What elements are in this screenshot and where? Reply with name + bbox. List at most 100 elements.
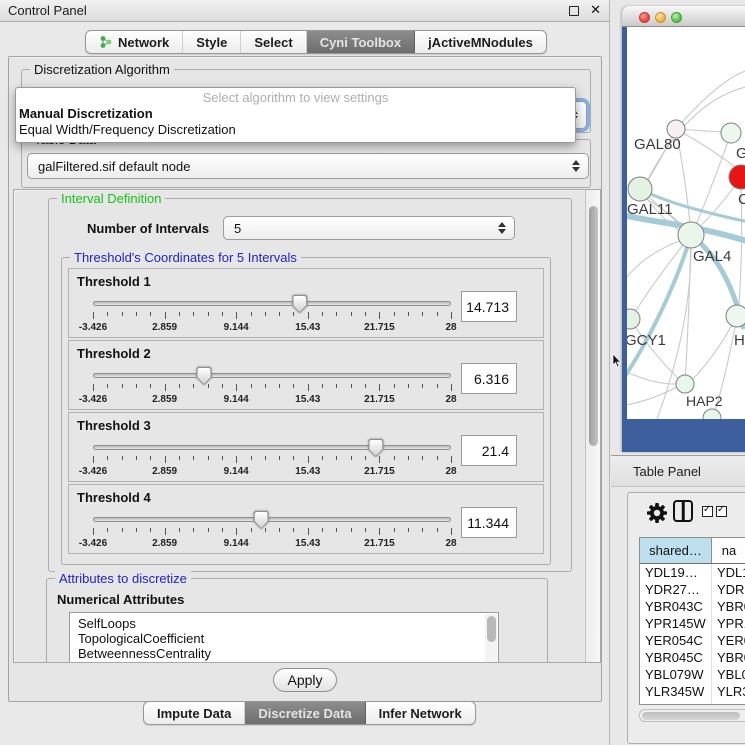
num-intervals-combobox[interactable]: 5 <box>223 216 515 240</box>
column-header-shared-name[interactable]: shared… <box>640 538 712 563</box>
slider-track[interactable] <box>93 445 451 450</box>
table-row[interactable]: YBL079WYBL07 <box>640 666 745 683</box>
slider-ticks <box>93 312 451 320</box>
slider-thumb[interactable] <box>254 511 269 529</box>
panel-scrollbar[interactable] <box>585 190 600 662</box>
network-edge <box>691 316 737 381</box>
close-icon[interactable]: ✕ <box>590 2 601 18</box>
panel-scrollbar-thumb[interactable] <box>589 206 598 446</box>
columns-icon[interactable] <box>673 500 693 522</box>
slider-thumb[interactable] <box>196 367 211 385</box>
slider-track[interactable] <box>93 517 451 522</box>
zoom-traffic-light-icon[interactable] <box>671 12 682 23</box>
interval-definition-group: Interval Definition Number of Intervals … <box>48 198 572 572</box>
table-row[interactable]: YDR27…YDR27 <box>640 581 745 598</box>
attribute-list-item[interactable]: BetweennessCentrality <box>70 646 498 661</box>
table-hscrollbar-thumb[interactable] <box>642 712 740 720</box>
network-node-label: GA <box>736 145 745 162</box>
float-window-icon[interactable] <box>569 6 579 16</box>
application-root: Control Panel ✕ Network Style Select Cyn… <box>0 0 745 745</box>
popup-item-equal-width-frequency[interactable]: Equal Width/Frequency Discretization <box>16 122 575 138</box>
tab-select[interactable]: Select <box>241 31 306 53</box>
threshold-label: Threshold 2 <box>77 346 151 361</box>
threshold-slider[interactable]: -3.4262.8599.14415.4321.71528 <box>93 295 451 337</box>
network-node[interactable] <box>676 375 694 393</box>
table-data-combobox[interactable]: galFiltered.sif default node <box>27 153 589 179</box>
slider-tick-labels: -3.4262.8599.14415.4321.71528 <box>93 322 451 334</box>
gear-icon[interactable] <box>646 502 668 524</box>
tab-jactivemnodules[interactable]: jActiveMNodules <box>415 31 546 53</box>
attribute-list-item[interactable]: TopologicalCoefficient <box>70 631 498 646</box>
network-edge <box>633 235 691 315</box>
network-node[interactable] <box>729 165 745 189</box>
threshold-value-field[interactable] <box>461 363 517 394</box>
threshold-slider[interactable]: -3.4262.8599.14415.4321.71528 <box>93 439 451 481</box>
slider-ticks <box>93 384 451 392</box>
thresholds-group: Threshold's Coordinates for 5 Intervals … <box>61 257 551 565</box>
threshold-panel: Threshold 1 -3.4262.8599.14415.4321.7152… <box>68 268 544 338</box>
tab-impute-data[interactable]: Impute Data <box>144 702 245 724</box>
table-row[interactable]: YER054CYER05 <box>640 632 745 649</box>
network-node[interactable] <box>721 123 741 143</box>
network-node-label: GAL4 <box>693 248 731 265</box>
cyni-toolbox-panel: Discretization Algorithm Select algorith… <box>8 56 602 702</box>
popup-item-manual-discretization[interactable]: Manual Discretization <box>16 106 575 122</box>
slider-thumb[interactable] <box>292 295 307 313</box>
network-node[interactable] <box>726 305 745 327</box>
numerical-attributes-list[interactable]: SelfLoopsTopologicalCoefficientBetweenne… <box>69 612 499 663</box>
list-scrollbar-thumb[interactable] <box>487 616 496 642</box>
slider-tick-labels: -3.4262.8599.14415.4321.71528 <box>93 538 451 550</box>
table-row[interactable]: YBR045CYBR04 <box>640 649 745 666</box>
popup-placeholder-item[interactable]: Select algorithm to view settings <box>16 90 575 106</box>
network-node-label: GAL80 <box>634 136 681 153</box>
tab-infer-network[interactable]: Infer Network <box>366 702 475 724</box>
table-row[interactable]: YPR145WYPR14 <box>640 615 745 632</box>
list-scrollbar[interactable] <box>485 614 497 663</box>
attributes-group: Attributes to discretize Numerical Attri… <box>46 578 548 663</box>
table-row[interactable]: YDL19…YDL19 <box>640 564 745 581</box>
interval-definition-group-title: Interval Definition <box>57 191 165 206</box>
threshold-value-field[interactable] <box>461 507 517 538</box>
table-row[interactable]: YLR345WYLR34 <box>640 683 745 700</box>
network-node-label: H <box>734 332 745 349</box>
tab-network[interactable]: Network <box>86 31 183 53</box>
tab-cyni-toolbox[interactable]: Cyni Toolbox <box>307 31 415 53</box>
tab-style[interactable]: Style <box>183 31 241 53</box>
combo-arrows-icon <box>498 222 506 234</box>
threshold-slider[interactable]: -3.4262.8599.14415.4321.71528 <box>93 367 451 409</box>
network-node[interactable] <box>627 309 640 329</box>
network-canvas[interactable]: GAL80GACGAL11GAL4GCY1HHAP2 <box>627 27 745 419</box>
network-window-titlebar[interactable] <box>622 6 745 27</box>
column-header-name[interactable]: na <box>712 538 745 563</box>
close-traffic-light-icon[interactable] <box>639 12 650 23</box>
node-attribute-table: shared… na YDL19…YDL19YDR27…YDR27YBR043C… <box>639 537 745 705</box>
network-node[interactable] <box>703 409 721 419</box>
attribute-items: SelfLoopsTopologicalCoefficientBetweenne… <box>70 613 498 661</box>
network-node-label: GAL11 <box>627 201 673 218</box>
slider-track[interactable] <box>93 301 451 306</box>
table-row[interactable]: YIL052CYIL05 <box>640 700 745 705</box>
network-node[interactable] <box>628 177 652 201</box>
top-tab-bar: Network Style Select Cyni Toolbox jActiv… <box>85 30 547 54</box>
threshold-label: Threshold 1 <box>77 274 151 289</box>
minimize-traffic-light-icon[interactable] <box>655 12 666 23</box>
threshold-panel: Threshold 3 -3.4262.8599.14415.4321.7152… <box>68 412 544 482</box>
tab-discretize-data[interactable]: Discretize Data <box>245 702 365 724</box>
table-row[interactable]: YBR043CYBR04 <box>640 598 745 615</box>
checkbox-icon[interactable] <box>716 506 727 517</box>
slider-thumb[interactable] <box>368 439 383 457</box>
threshold-slider[interactable]: -3.4262.8599.14415.4321.71528 <box>93 511 451 553</box>
threshold-value-field[interactable] <box>461 291 517 322</box>
threshold-value-field[interactable] <box>461 435 517 466</box>
network-node[interactable] <box>678 222 704 248</box>
attribute-list-item[interactable]: SelfLoops <box>70 616 498 631</box>
thresholds-group-title: Threshold's Coordinates for 5 Intervals <box>70 250 301 265</box>
table-horizontal-scrollbar[interactable] <box>639 709 745 722</box>
network-tab-icon <box>99 35 113 49</box>
num-intervals-label: Number of Intervals <box>87 221 209 236</box>
slider-track[interactable] <box>93 373 451 378</box>
num-intervals-value: 5 <box>234 221 241 236</box>
network-node-label: GCY1 <box>627 332 666 349</box>
apply-button[interactable]: Apply <box>273 668 337 692</box>
checkbox-icon[interactable] <box>702 506 713 517</box>
